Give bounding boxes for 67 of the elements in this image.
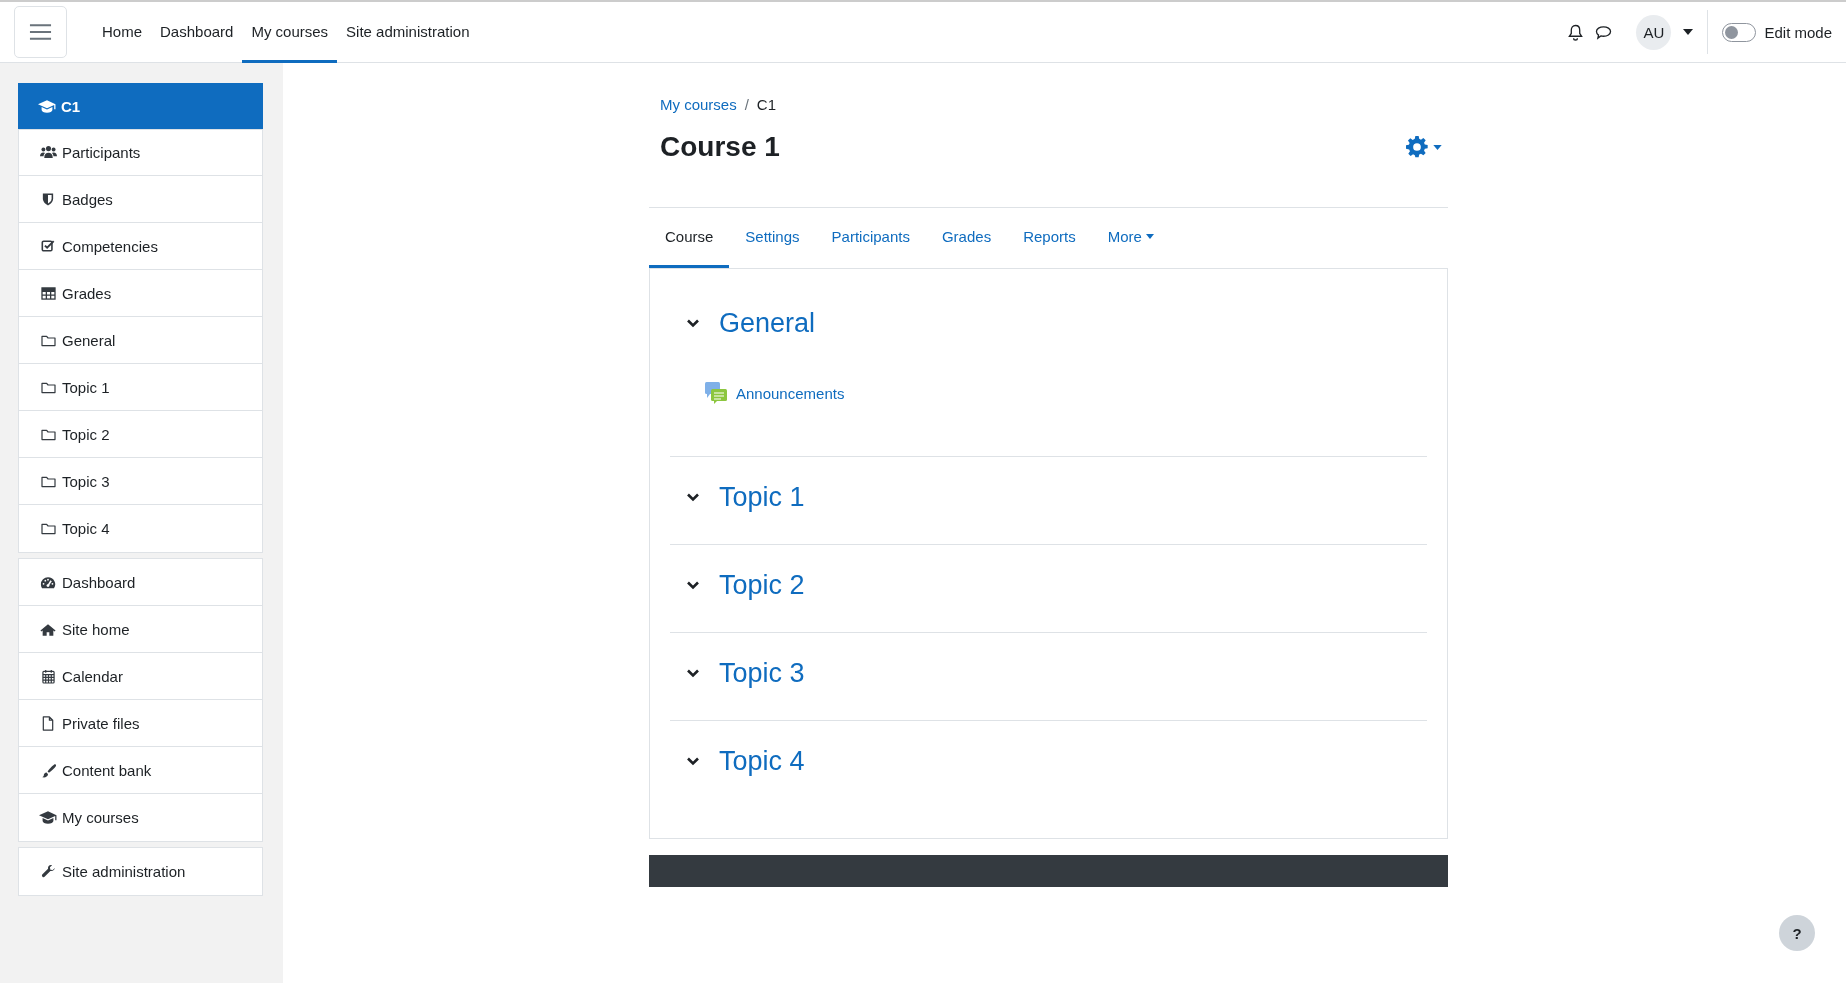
menu-icon [29,23,52,41]
sidebar-item[interactable]: Content bank [19,747,262,794]
table-icon [40,286,56,300]
file-icon [42,715,54,731]
course-tab[interactable]: Settings [729,208,816,268]
folder-icon [40,522,56,535]
calendar-icon [41,668,55,684]
sidebar-item[interactable]: Topic 4 [19,505,262,552]
course-tab[interactable]: Participants [815,208,926,268]
section-title[interactable]: Topic 3 [719,657,805,689]
sidebar-item[interactable]: Site home [19,606,262,653]
graduation-cap-icon [38,98,56,114]
sidebar-item[interactable]: Calendar [19,653,262,700]
sidebar-item[interactable]: Topic 2 [19,411,262,458]
checkbox-icon [41,239,55,253]
sidebar-item[interactable]: C1 [18,83,263,130]
sidebar-item[interactable]: Competencies [19,223,262,270]
breadcrumb-separator: / [744,96,749,113]
caret-icon [1683,29,1694,35]
page-title: Course 1 [660,131,780,163]
section-title[interactable]: General [719,307,816,339]
sidebar-item[interactable]: Grades [19,270,262,317]
sidebar-item[interactable]: Badges [19,176,262,223]
shield-icon [42,192,54,206]
help-button[interactable]: ? [1779,915,1815,951]
course-tab[interactable]: Reports [1007,208,1092,268]
edit-mode-label: Edit mode [1764,23,1832,41]
graduation-cap-icon [39,810,57,825]
speech-bubble-icon [1595,24,1613,40]
paintbrush-icon [40,762,56,778]
nav-link[interactable]: Dashboard [151,2,243,63]
sidebar-item[interactable]: General [19,317,262,364]
caret-icon [1145,234,1154,239]
section-title[interactable]: Topic 2 [719,569,805,601]
gear-icon [1406,136,1428,158]
course-tab[interactable]: Grades [925,208,1008,268]
sidebar-item[interactable]: Participants [19,129,262,176]
sidebar-item[interactable]: Topic 1 [19,364,262,411]
sidebar-item[interactable]: My courses [19,794,262,841]
forum-icon [704,381,728,405]
wrench-icon [40,864,56,879]
section-title[interactable]: Topic 4 [719,745,805,777]
folder-icon [40,427,56,441]
bell-icon [1568,23,1584,41]
nav-link[interactable]: Site administration [337,2,479,63]
sidebar-item[interactable]: Private files [19,700,262,747]
course-tab[interactable]: Course [649,208,730,268]
user-avatar[interactable]: AU [1636,14,1672,50]
section-title[interactable]: Topic 1 [719,481,805,513]
course-settings-button[interactable] [1406,136,1442,158]
folder-icon [40,474,56,488]
folder-icon [40,380,56,394]
sidebar-item[interactable]: Dashboard [19,559,262,606]
nav-link[interactable]: Home [93,2,151,63]
edit-mode-toggle[interactable] [1722,22,1757,42]
gauge-icon [40,575,56,589]
menu-button[interactable] [14,6,67,58]
activity-link[interactable]: Announcements [736,384,845,402]
caret-icon [1433,144,1442,150]
folder-icon [40,333,56,347]
users-icon [39,145,57,159]
breadcrumb-current: C1 [756,96,777,113]
house-icon [40,622,56,636]
sidebar-item[interactable]: Site administration [19,848,262,895]
breadcrumb-link[interactable]: My courses [660,96,737,113]
sidebar-item[interactable]: Topic 3 [19,458,262,505]
more-menu-tab[interactable]: More [1091,208,1170,268]
